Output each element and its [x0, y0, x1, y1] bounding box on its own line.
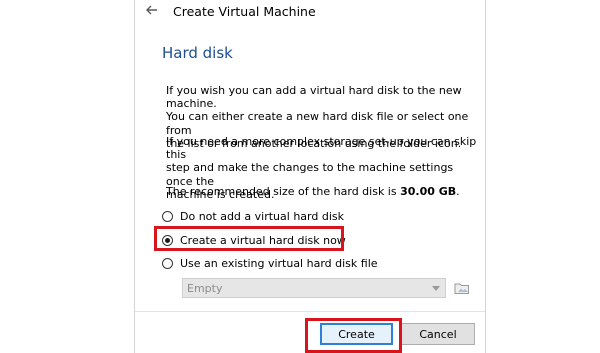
- radio-create-disk[interactable]: Create a virtual hard disk now: [162, 232, 346, 248]
- radio-no-disk[interactable]: Do not add a virtual hard disk: [162, 208, 344, 224]
- window-title: Create Virtual Machine: [173, 4, 316, 19]
- create-button[interactable]: Create: [320, 323, 393, 345]
- radio-button-selected[interactable]: [162, 234, 173, 246]
- recommended-size-prefix: The recommended size of the hard disk is: [166, 185, 401, 198]
- radio-existing-disk[interactable]: Use an existing virtual hard disk file: [162, 255, 378, 271]
- cancel-button[interactable]: Cancel: [401, 323, 475, 345]
- footer-divider: [135, 311, 485, 312]
- recommended-size-value: 30.00 GB: [400, 185, 457, 198]
- back-arrow-icon[interactable]: [144, 2, 160, 18]
- radio-label: Do not add a virtual hard disk: [180, 209, 344, 223]
- radio-label: Create a virtual hard disk now: [180, 233, 346, 247]
- screen: Create Virtual Machine Hard disk If you …: [0, 0, 600, 353]
- title-bar: Create Virtual Machine: [135, 0, 485, 26]
- create-vm-dialog: Create Virtual Machine Hard disk If you …: [134, 0, 486, 353]
- radio-button[interactable]: [162, 210, 173, 222]
- recommended-size-text: The recommended size of the hard disk is…: [166, 185, 481, 198]
- existing-disk-select[interactable]: Empty: [182, 278, 446, 298]
- chevron-down-icon: [432, 286, 440, 291]
- folder-icon[interactable]: [453, 279, 471, 297]
- recommended-size-suffix: .: [456, 185, 460, 198]
- radio-button[interactable]: [162, 257, 173, 269]
- disk-select-value: Empty: [187, 282, 223, 295]
- page-title: Hard disk: [162, 44, 233, 62]
- radio-label: Use an existing virtual hard disk file: [180, 256, 378, 270]
